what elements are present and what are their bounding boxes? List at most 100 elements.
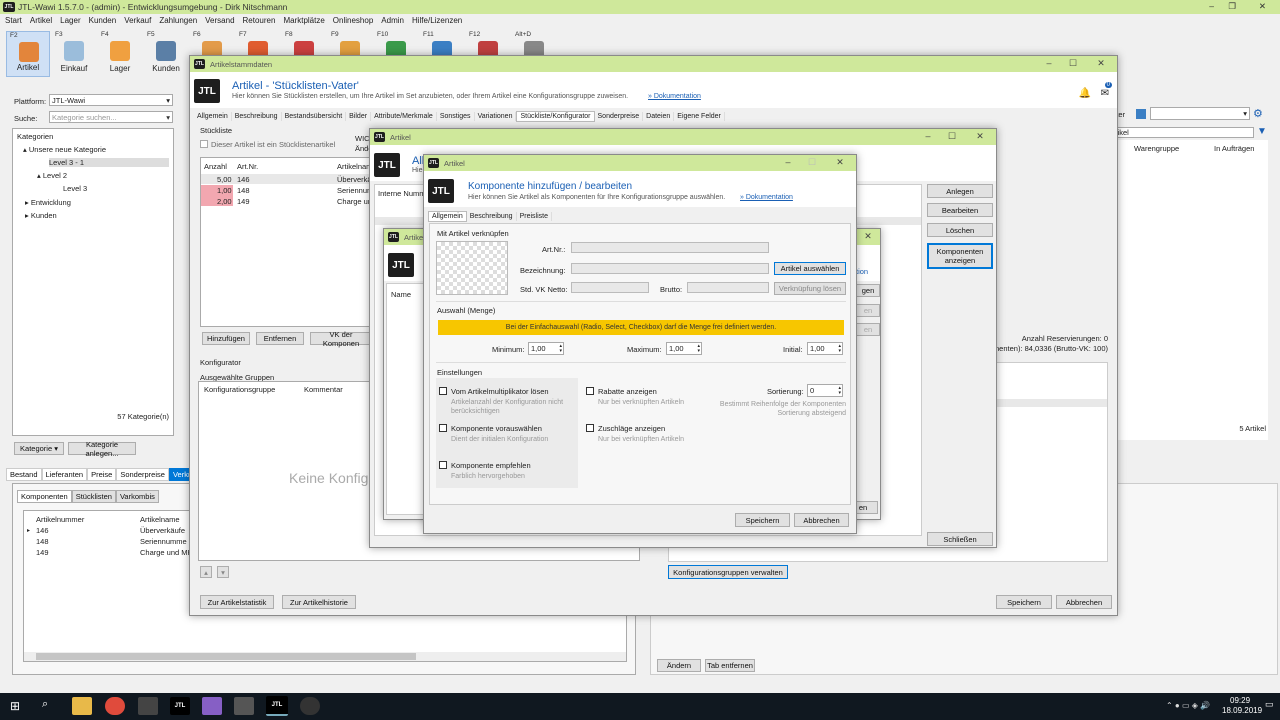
- toolbar-button-f5[interactable]: F5 Kunden: [144, 31, 188, 77]
- grid-cell[interactable]: Seriennum: [337, 186, 373, 195]
- close-icon[interactable]: ✕: [862, 231, 874, 242]
- notification-icon[interactable]: ✉: [1101, 88, 1109, 99]
- tab-beschreibung[interactable]: Beschreibung: [232, 112, 282, 121]
- maximize-icon[interactable]: ☐: [946, 131, 958, 142]
- clock-date[interactable]: 18.09.2019: [1222, 706, 1262, 715]
- artnr-field[interactable]: [571, 242, 769, 253]
- tools-icon[interactable]: [234, 697, 254, 715]
- artikel-auswaehlen-button[interactable]: Artikel auswählen: [774, 262, 846, 275]
- minimize-icon[interactable]: –: [782, 157, 794, 167]
- grid-cell[interactable]: 149: [36, 548, 49, 557]
- abbrechen-button[interactable]: Abbrechen: [794, 513, 849, 527]
- tab-eigene-felder[interactable]: Eigene Felder: [674, 112, 725, 121]
- komponenten-anzeigen-button[interactable]: Komponenten anzeigen: [927, 243, 993, 269]
- menu-artikel[interactable]: Artikel: [30, 16, 52, 25]
- maximum-stepper[interactable]: 1,00 ▴ ▾: [666, 342, 702, 355]
- tree-item[interactable]: ▴ Unsere neue Kategorie: [23, 145, 106, 154]
- menu-lager[interactable]: Lager: [60, 16, 80, 25]
- obs-icon[interactable]: [300, 697, 320, 715]
- abbrechen-button[interactable]: Abbrechen: [1056, 595, 1112, 609]
- artikelmultiplikator-checkbox[interactable]: [439, 387, 447, 395]
- vorauswaehlen-checkbox[interactable]: [439, 424, 447, 432]
- grid-cell[interactable]: Überverkäufe: [140, 526, 185, 535]
- schliessen-button[interactable]: Schließen: [927, 532, 993, 546]
- menu-zahlungen[interactable]: Zahlungen: [159, 16, 197, 25]
- tab-variationen[interactable]: Variationen: [475, 112, 517, 121]
- brutto-field[interactable]: [687, 282, 769, 293]
- horizontal-scrollbar[interactable]: [24, 652, 626, 661]
- subtab-komponenten[interactable]: Komponenten: [17, 490, 72, 503]
- tree-item[interactable]: ▸ Entwicklung: [25, 198, 71, 207]
- tab-sonderpreise[interactable]: Sonderpreise: [116, 468, 169, 481]
- tree-item[interactable]: ▸ Kunden: [25, 211, 57, 220]
- partial-button[interactable]: en: [856, 304, 880, 317]
- tab-sonstiges[interactable]: Sonstiges: [437, 112, 475, 121]
- konfigurationsgruppen-button[interactable]: Konfigurationsgruppen verwalten: [668, 565, 788, 579]
- grid-cell[interactable]: Charge und MH: [140, 548, 193, 557]
- tree-item[interactable]: ▴ Level 2: [37, 171, 67, 180]
- tab-preisliste[interactable]: Preisliste: [517, 212, 552, 221]
- bezeichnung-field[interactable]: [571, 263, 769, 274]
- grid-cell[interactable]: 1,00: [217, 186, 232, 195]
- tab-bestandsuebersicht[interactable]: Bestandsübersicht: [282, 112, 347, 121]
- entfernen-button[interactable]: Entfernen: [256, 332, 304, 345]
- scrollbar-thumb[interactable]: [36, 653, 416, 660]
- partial-button[interactable]: en: [856, 323, 880, 336]
- toolbar-button-f3[interactable]: F3 Einkauf: [52, 31, 96, 77]
- close-icon[interactable]: ✕: [1095, 58, 1107, 69]
- initial-stepper[interactable]: 1,00 ▴ ▾: [807, 342, 843, 355]
- notification-center-icon[interactable]: ▭: [1265, 699, 1274, 710]
- search-icon[interactable]: ⌕: [42, 698, 48, 711]
- tab-sonderpreise[interactable]: Sonderpreise: [595, 112, 644, 121]
- minimize-icon[interactable]: –: [1043, 58, 1055, 68]
- menu-marktplaetze[interactable]: Marktplätze: [283, 16, 324, 25]
- filter-select[interactable]: ▾: [1150, 107, 1250, 120]
- minimum-stepper[interactable]: 1,00 ▴ ▾: [528, 342, 564, 355]
- close-icon[interactable]: ✕: [1259, 1, 1266, 12]
- subtab-varkombis[interactable]: Varkombis: [115, 490, 159, 503]
- media-player-icon[interactable]: [138, 697, 158, 715]
- maximize-icon[interactable]: ☐: [1067, 58, 1079, 69]
- menu-retouren[interactable]: Retouren: [243, 16, 276, 25]
- grid-cell[interactable]: 146: [36, 526, 49, 535]
- tab-entfernen-button[interactable]: Tab entfernen: [705, 659, 755, 672]
- grid-cell[interactable]: 148: [237, 186, 250, 195]
- vk-netto-field[interactable]: [571, 282, 649, 293]
- tab-bilder[interactable]: Bilder: [346, 112, 372, 121]
- partial-button[interactable]: gen: [856, 284, 880, 297]
- jtl-taskbar-icon[interactable]: JTL: [170, 697, 190, 715]
- jtl-active-taskbar-icon[interactable]: JTL: [266, 696, 288, 716]
- loeschen-button[interactable]: Löschen: [927, 223, 993, 237]
- tab-allgemein[interactable]: Allgemein: [194, 112, 232, 121]
- tab-attribute[interactable]: Attribute/Merkmale: [371, 112, 437, 121]
- grid-cell[interactable]: 5,00: [217, 175, 232, 184]
- menu-onlineshop[interactable]: Onlineshop: [333, 16, 373, 25]
- empfehlen-checkbox[interactable]: [439, 461, 447, 469]
- settings-icon[interactable]: ⚙: [1253, 107, 1263, 120]
- maximize-icon[interactable]: ❐: [1228, 1, 1236, 12]
- tree-item-selected[interactable]: Level 3 - 1: [49, 158, 169, 167]
- visual-studio-icon[interactable]: [202, 697, 222, 715]
- rabatte-checkbox[interactable]: [586, 387, 594, 395]
- menu-admin[interactable]: Admin: [381, 16, 404, 25]
- menu-verkauf[interactable]: Verkauf: [124, 16, 151, 25]
- tab-lieferanten[interactable]: Lieferanten: [41, 468, 88, 481]
- category-search-input[interactable]: Kategorie suchen... ▾: [49, 111, 173, 123]
- vk-komponenten-button[interactable]: VK der Komponen: [310, 330, 372, 348]
- bell-icon[interactable]: 🔔: [1079, 88, 1091, 99]
- tray-icons[interactable]: ⌃ ● ▭ ◈ 🔊: [1166, 701, 1210, 710]
- stueckliste-checkbox[interactable]: [200, 140, 208, 148]
- filter-icon[interactable]: ▼: [1257, 126, 1267, 137]
- speichern-button[interactable]: Speichern: [996, 595, 1052, 609]
- aendern-button[interactable]: Ändern: [657, 659, 701, 672]
- minimize-icon[interactable]: –: [922, 131, 934, 141]
- speichern-button[interactable]: Speichern: [735, 513, 790, 527]
- tab-stueckliste[interactable]: Stückliste/Konfigurator: [516, 111, 595, 122]
- grid-cell[interactable]: Seriennumme: [140, 537, 187, 546]
- artikelstatistik-button[interactable]: Zur Artikelstatistik: [200, 595, 274, 609]
- grid-cell[interactable]: 2,00: [217, 197, 232, 206]
- scroll-down-button[interactable]: ▾: [217, 566, 229, 578]
- tab-preise[interactable]: Preise: [87, 468, 117, 481]
- artikel-search-input[interactable]: rtikel: [1110, 127, 1254, 138]
- documentation-link[interactable]: » Dokumentation: [648, 93, 701, 100]
